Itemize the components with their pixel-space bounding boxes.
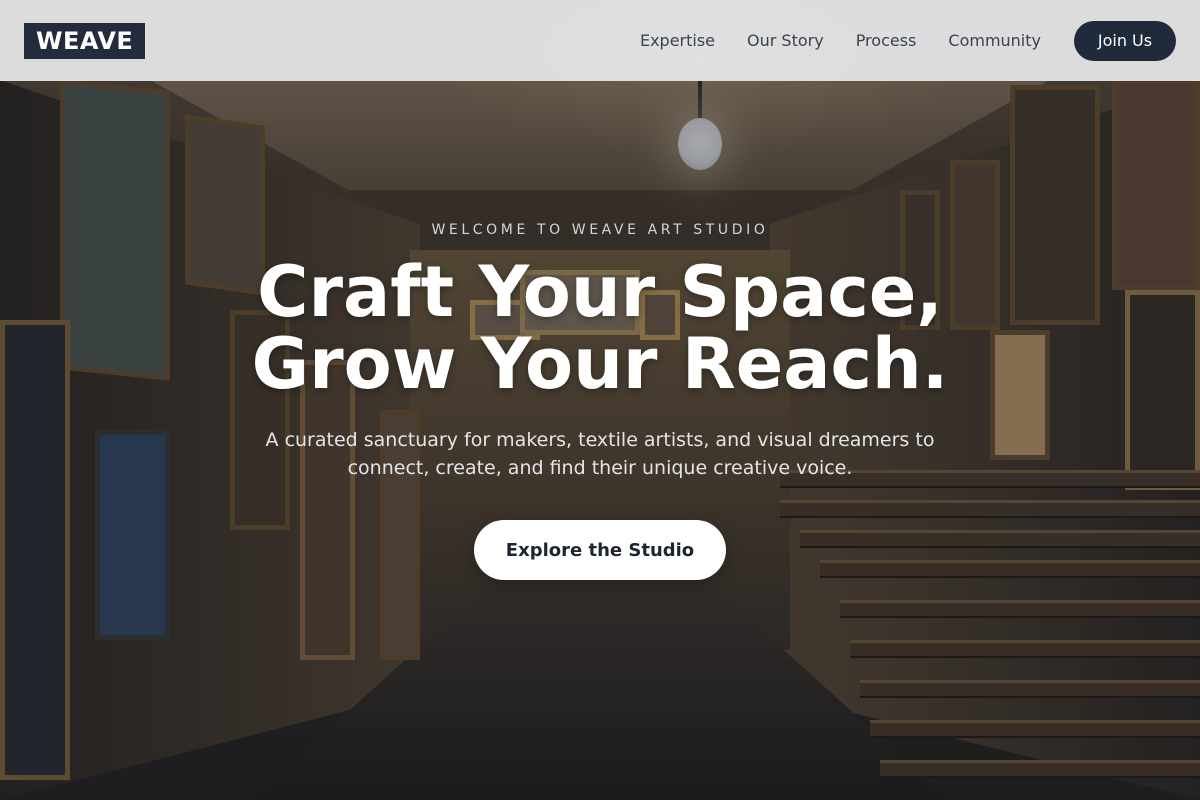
hero-headline: Craft Your Space, Grow Your Reach.	[0, 256, 1200, 400]
navbar: WEAVE Expertise Our Story Process Commun…	[0, 0, 1200, 81]
headline-line-1: Craft Your Space,	[257, 251, 943, 333]
headline-line-2: Grow Your Reach.	[251, 323, 949, 405]
hero-subtext: A curated sanctuary for makers, textile …	[265, 429, 935, 479]
hero-eyebrow: WELCOME TO WEAVE ART STUDIO	[431, 222, 769, 238]
join-us-button[interactable]: Join Us	[1074, 20, 1176, 61]
hero-section: WELCOME TO WEAVE ART STUDIO Craft Your S…	[0, 81, 1200, 800]
nav-link-process[interactable]: Process	[856, 31, 917, 50]
explore-studio-button[interactable]: Explore the Studio	[474, 520, 726, 580]
nav-link-community[interactable]: Community	[948, 31, 1041, 50]
logo[interactable]: WEAVE	[24, 22, 146, 59]
nav-link-our-story[interactable]: Our Story	[747, 31, 824, 50]
nav-links: Expertise Our Story Process Community	[640, 31, 1041, 50]
nav-link-expertise[interactable]: Expertise	[640, 31, 715, 50]
